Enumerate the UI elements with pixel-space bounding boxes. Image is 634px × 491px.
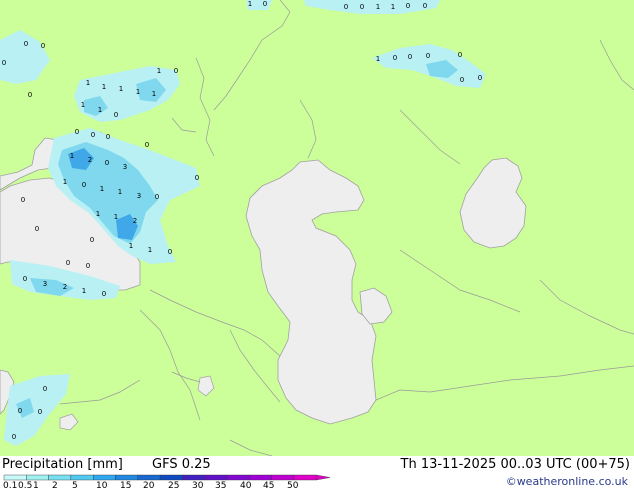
precip-value-label: 0 — [86, 262, 90, 270]
precip-value-label: 0 — [408, 53, 412, 61]
precip-value-label: 0 — [21, 196, 25, 204]
precip-value-label: 1 — [248, 0, 252, 8]
precip-value-label: 0 — [75, 128, 79, 136]
legend-swatch — [249, 474, 272, 481]
precip-value-label: 1 — [82, 287, 86, 295]
precip-value-label: 0 — [458, 51, 462, 59]
forecast-datetime: Th 13-11-2025 00..03 UTC (00+75) — [400, 457, 631, 472]
legend-swatch — [159, 474, 183, 481]
precip-value-label: 0 — [360, 3, 364, 11]
legend-swatches — [3, 474, 330, 481]
precip-value-label: 3 — [123, 163, 127, 171]
precip-value-label: 0 — [28, 91, 32, 99]
precip-value-label: 0 — [478, 74, 482, 82]
precip-value-label: 0 — [38, 408, 42, 416]
precip-value-label: 0 — [263, 0, 267, 8]
precip-value-label: 1 — [70, 152, 74, 160]
precip-value-label: 1 — [148, 246, 152, 254]
precip-value-label: 0 — [102, 290, 106, 298]
precip-value-label: 1 — [119, 85, 123, 93]
precip-value-label: 0 — [91, 131, 95, 139]
legend-swatch — [92, 474, 116, 481]
legend-arrow-tip — [316, 474, 330, 481]
legend-swatch — [137, 474, 161, 481]
map-frame: 1 0 0 0 1 1 0 0 0 0 0 1 0 0 0 0 0 0 1 0 1 1 1 1 1 0 1 1 0 0 0 0 0 1 2 0 3 0 1 0… — [0, 0, 634, 491]
precip-value-label: 0 — [106, 133, 110, 141]
legend-swatch — [48, 474, 72, 481]
precipitation-map: 1 0 0 0 1 1 0 0 0 0 0 1 0 0 0 0 0 0 1 0 1 1 1 1 1 0 1 1 0 0 0 0 0 1 2 0 3 0 1 0… — [0, 0, 634, 456]
precip-value-label: 0 — [82, 181, 86, 189]
precip-value-label: 1 — [98, 106, 102, 114]
precip-value-label: 1 — [118, 188, 122, 196]
precip-value-label: 0 — [41, 42, 45, 50]
precip-value-label: 1 — [136, 88, 140, 96]
model-label: GFS 0.25 — [152, 457, 211, 472]
legend-swatch — [293, 474, 317, 481]
legend-swatch — [115, 474, 138, 481]
legend-swatch — [182, 474, 205, 481]
precip-value-label: 1 — [63, 178, 67, 186]
precip-value-label: 0 — [344, 3, 348, 11]
precip-value-label: 1 — [102, 83, 106, 91]
precip-value-label: 0 — [406, 2, 410, 10]
precip-value-label: 2 — [63, 283, 67, 291]
precip-value-label: 1 — [81, 101, 85, 109]
precip-value-label: 0 — [2, 59, 6, 67]
precip-value-label: 1 — [86, 79, 90, 87]
precip-value-label: 0 — [90, 236, 94, 244]
precip-value-label: 0 — [393, 54, 397, 62]
precip-value-label: 1 — [152, 90, 156, 98]
legend-swatch — [70, 474, 94, 481]
precip-value-label: 0 — [35, 225, 39, 233]
color-legend — [3, 474, 330, 481]
precip-value-label: 3 — [43, 280, 47, 288]
precip-value-label: 0 — [426, 52, 430, 60]
precip-value-label: 3 — [137, 192, 141, 200]
precip-value-label: 0 — [66, 259, 70, 267]
precip-value-label: 0 — [168, 248, 172, 256]
site-credit: ©weatheronline.co.uk — [505, 475, 628, 488]
precip-value-label: 1 — [114, 213, 118, 221]
precip-value-label: 0 — [155, 193, 159, 201]
precip-value-label: 0 — [145, 141, 149, 149]
legend-swatch — [3, 474, 27, 481]
precip-value-label: 0 — [423, 2, 427, 10]
precip-value-label: 0 — [23, 275, 27, 283]
precip-value-label: 1 — [129, 242, 133, 250]
legend-swatch — [271, 474, 295, 481]
precip-value-label: 0 — [43, 385, 47, 393]
precip-value-label: 1 — [100, 185, 104, 193]
precip-value-label: 1 — [391, 3, 395, 11]
precip-value-label: 2 — [133, 217, 137, 225]
precip-value-label: 0 — [114, 111, 118, 119]
legend-swatch — [226, 474, 250, 481]
precip-value-label: 0 — [24, 40, 28, 48]
precip-value-label: 0 — [105, 159, 109, 167]
precip-value-label: 2 — [88, 156, 92, 164]
precip-value-label: 0 — [18, 407, 22, 415]
precip-value-label: 1 — [157, 67, 161, 75]
legend-swatch — [26, 474, 49, 481]
precip-value-label: 1 — [376, 55, 380, 63]
precip-value-label: 0 — [174, 67, 178, 75]
precip-value-label: 1 — [96, 210, 100, 218]
legend-swatch — [204, 474, 228, 481]
map-title: Precipitation [mm] — [2, 457, 123, 472]
precip-value-label: 0 — [460, 76, 464, 84]
precip-value-label: 1 — [376, 3, 380, 11]
precip-value-label: 0 — [195, 174, 199, 182]
precip-value-label: 0 — [12, 433, 16, 441]
